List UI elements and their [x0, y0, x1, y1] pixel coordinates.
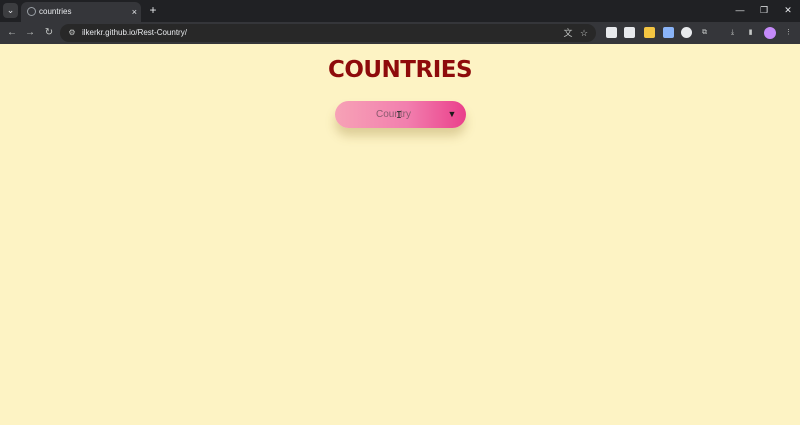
- forward-button[interactable]: →: [23, 26, 37, 40]
- browser-tab-strip: ⌄ countries × + — ❐ ✕: [0, 0, 800, 22]
- side-panel-icon[interactable]: ▮: [745, 27, 756, 38]
- chrome-menu-icon[interactable]: ⋮: [783, 27, 794, 38]
- url-text[interactable]: ilkerkr.github.io/Rest-Country/: [82, 27, 187, 39]
- extension-icon-2[interactable]: [624, 27, 635, 38]
- tab-title: countries: [39, 7, 72, 16]
- extension-icon-1[interactable]: [606, 27, 617, 38]
- extension-icon-3[interactable]: [644, 27, 655, 38]
- extensions-puzzle-icon[interactable]: ⧉: [699, 27, 710, 38]
- globe-icon: [27, 7, 36, 16]
- download-icon[interactable]: ⤓: [727, 27, 738, 38]
- reload-button[interactable]: ↻: [42, 26, 56, 40]
- translate-icon[interactable]: 文: [562, 27, 574, 39]
- extension-icon-4[interactable]: [663, 27, 674, 38]
- close-window-button[interactable]: ✕: [780, 3, 796, 17]
- bookmark-star-icon[interactable]: ☆: [578, 27, 590, 39]
- browser-toolbar: ← → ↻ ⚙ ilkerkr.github.io/Rest-Country/ …: [0, 22, 800, 44]
- restore-button[interactable]: ❐: [756, 3, 772, 17]
- site-info-icon[interactable]: ⚙: [66, 27, 78, 39]
- new-tab-button[interactable]: +: [146, 3, 160, 17]
- address-bar[interactable]: ⚙ ilkerkr.github.io/Rest-Country/ 文 ☆: [60, 24, 596, 42]
- tab-close-icon[interactable]: ×: [132, 6, 137, 18]
- caret-down-icon: ▼: [447, 109, 457, 119]
- minimize-button[interactable]: —: [732, 3, 748, 17]
- tab-search-button[interactable]: ⌄: [3, 3, 18, 18]
- country-select-label: Country: [375, 109, 411, 120]
- back-button[interactable]: ←: [5, 26, 19, 40]
- text-cursor-icon: I: [396, 110, 403, 121]
- profile-avatar[interactable]: [764, 27, 776, 39]
- page-title: COUNTRIES: [327, 57, 473, 83]
- browser-tab-countries[interactable]: countries ×: [21, 2, 141, 22]
- extension-icon-5[interactable]: [681, 27, 692, 38]
